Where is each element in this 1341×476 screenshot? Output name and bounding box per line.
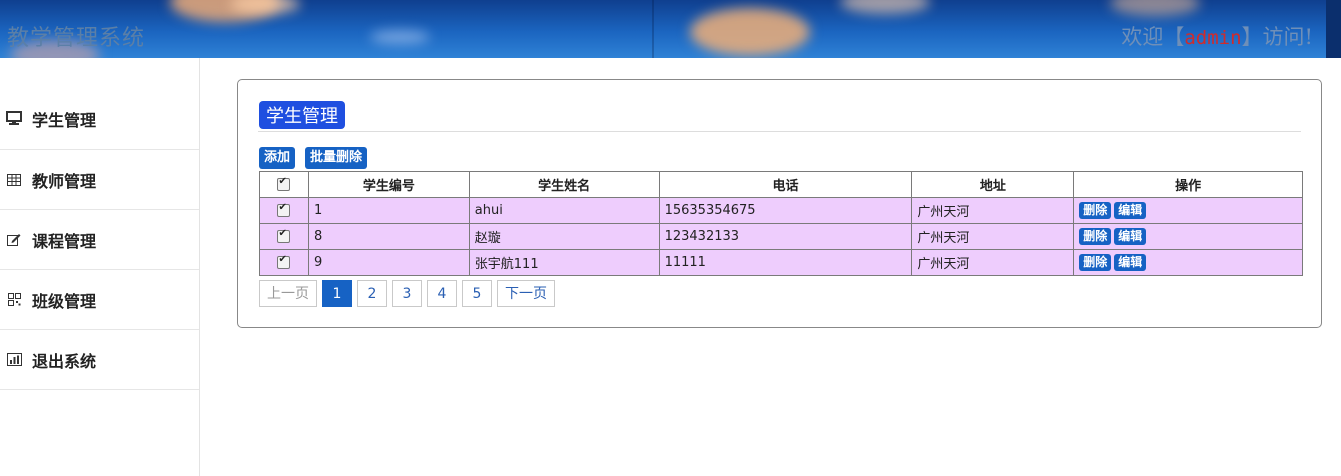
panel-title: 学生管理 (259, 101, 345, 129)
table-header-row: 学生编号 学生姓名 电话 地址 操作 (259, 171, 1303, 198)
student-table: 学生编号 学生姓名 电话 地址 操作 1 ahui 15635354675 广州… (259, 171, 1303, 276)
cloud-decoration (690, 8, 810, 56)
student-id-cell: 1 (307, 197, 470, 224)
student-name-cell: 赵璇 (468, 223, 660, 250)
student-id-cell: 9 (307, 249, 470, 276)
column-header: 操作 (1073, 171, 1303, 198)
header-select-cell (259, 171, 309, 198)
page-button-1[interactable]: 1 (322, 280, 352, 307)
cloud-decoration (840, 0, 930, 14)
row-checkbox[interactable] (277, 228, 291, 243)
sidebar: 学生管理 教师管理 课程管理 班级管理 退出系统 (0, 58, 200, 476)
edit-button[interactable]: 编辑 (1114, 202, 1147, 219)
sidebar-item-teachers[interactable]: 教师管理 (0, 150, 199, 210)
student-name-cell: ahui (468, 197, 660, 224)
add-button[interactable]: 添加 (259, 147, 296, 169)
phone-cell: 123432133 (658, 223, 913, 250)
welcome-suffix: 】访问! (1241, 25, 1313, 49)
cloud-decoration (370, 30, 430, 44)
page-button-2[interactable]: 2 (357, 280, 387, 307)
next-page-button[interactable]: 下一页 (497, 280, 555, 307)
prev-page-button[interactable]: 上一页 (259, 280, 317, 307)
cloud-decoration (1110, 0, 1200, 16)
welcome-message: 欢迎【admin】访问! (1121, 21, 1313, 51)
welcome-prefix: 欢迎【 (1121, 25, 1185, 49)
grid-icon (6, 292, 22, 308)
row-select-cell (259, 249, 309, 276)
bar-chart-icon (6, 352, 22, 368)
edit-button[interactable]: 编辑 (1114, 228, 1147, 245)
student-panel: 学生管理 添加 批量删除 学生编号 学生姓名 电话 地址 操作 1 ahui 1… (237, 79, 1322, 328)
table-icon (6, 172, 22, 188)
page-button-5[interactable]: 5 (462, 280, 492, 307)
phone-cell: 11111 (658, 249, 913, 276)
pagination: 上一页 1 2 3 4 5 下一页 (259, 280, 560, 307)
batch-delete-button[interactable]: 批量删除 (305, 147, 368, 169)
table-row: 1 ahui 15635354675 广州天河 删除编辑 (259, 197, 1303, 224)
column-header: 电话 (658, 171, 913, 198)
site-title: 教学管理系统 (7, 26, 146, 51)
select-all-checkbox[interactable] (277, 176, 291, 191)
column-header: 学生编号 (307, 171, 470, 198)
delete-button[interactable]: 删除 (1079, 228, 1112, 245)
sidebar-item-courses[interactable]: 课程管理 (0, 210, 199, 270)
row-checkbox[interactable] (277, 254, 291, 269)
username: admin (1184, 27, 1242, 49)
edit-icon (6, 232, 22, 248)
sidebar-item-classes[interactable]: 班级管理 (0, 270, 199, 330)
sidebar-item-students[interactable]: 学生管理 (0, 58, 199, 150)
monitor-icon (6, 111, 22, 127)
sidebar-item-label: 课程管理 (32, 231, 97, 251)
header-banner: 教学管理系统 欢迎【admin】访问! (0, 0, 1341, 58)
table-row: 9 张宇航111 11111 广州天河 删除编辑 (259, 249, 1303, 276)
actions-cell: 删除 编辑 (1073, 249, 1303, 276)
sidebar-item-label: 退出系统 (32, 351, 97, 371)
student-id-cell: 8 (307, 223, 470, 250)
column-header: 学生姓名 (468, 171, 660, 198)
banner-seam (652, 0, 654, 58)
row-select-cell (259, 197, 309, 224)
row-select-cell (259, 223, 309, 250)
row-checkbox[interactable] (277, 202, 291, 217)
address-cell: 广州天河 (911, 197, 1075, 224)
address-cell: 广州天河 (911, 249, 1075, 276)
sidebar-item-label: 班级管理 (32, 291, 97, 311)
column-header: 地址 (911, 171, 1075, 198)
student-name-cell: 张宇航111 (468, 249, 660, 276)
page-button-3[interactable]: 3 (392, 280, 422, 307)
actions-cell: 删除 编辑 (1073, 197, 1303, 224)
sidebar-item-label: 教师管理 (32, 171, 97, 191)
banner-edge (1326, 0, 1341, 58)
title-divider (258, 131, 1301, 132)
page-button-4[interactable]: 4 (427, 280, 457, 307)
delete-button[interactable]: 删除 (1079, 202, 1112, 219)
address-cell: 广州天河 (911, 223, 1075, 250)
phone-cell: 15635354675 (658, 197, 913, 224)
sidebar-item-label: 学生管理 (32, 110, 97, 130)
edit-button[interactable]: 编辑 (1114, 254, 1147, 271)
table-row: 8 赵璇 123432133 广州天河 删除编辑 (259, 223, 1303, 250)
delete-button[interactable]: 删除 (1079, 254, 1112, 271)
actions-cell: 删除 编辑 (1073, 223, 1303, 250)
sidebar-item-logout[interactable]: 退出系统 (0, 330, 199, 390)
